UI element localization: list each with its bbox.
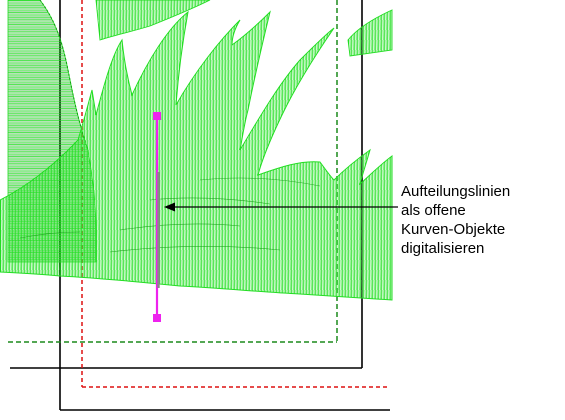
stitch-band-upper-right [347,9,393,57]
square-handle-icon[interactable] [153,314,161,322]
stitch-band-top [95,0,211,41]
callout-line-3: Kurven-Objekte [401,221,506,238]
square-handle-icon[interactable] [153,112,161,120]
callout-line-2: als offene [401,202,466,219]
callout-line-4: digitalisieren [401,240,485,257]
callout-line-1: Aufteilungslinien [401,183,511,200]
callout-annotation: Aufteilungslinien als offene Kurven-Obje… [401,182,565,258]
